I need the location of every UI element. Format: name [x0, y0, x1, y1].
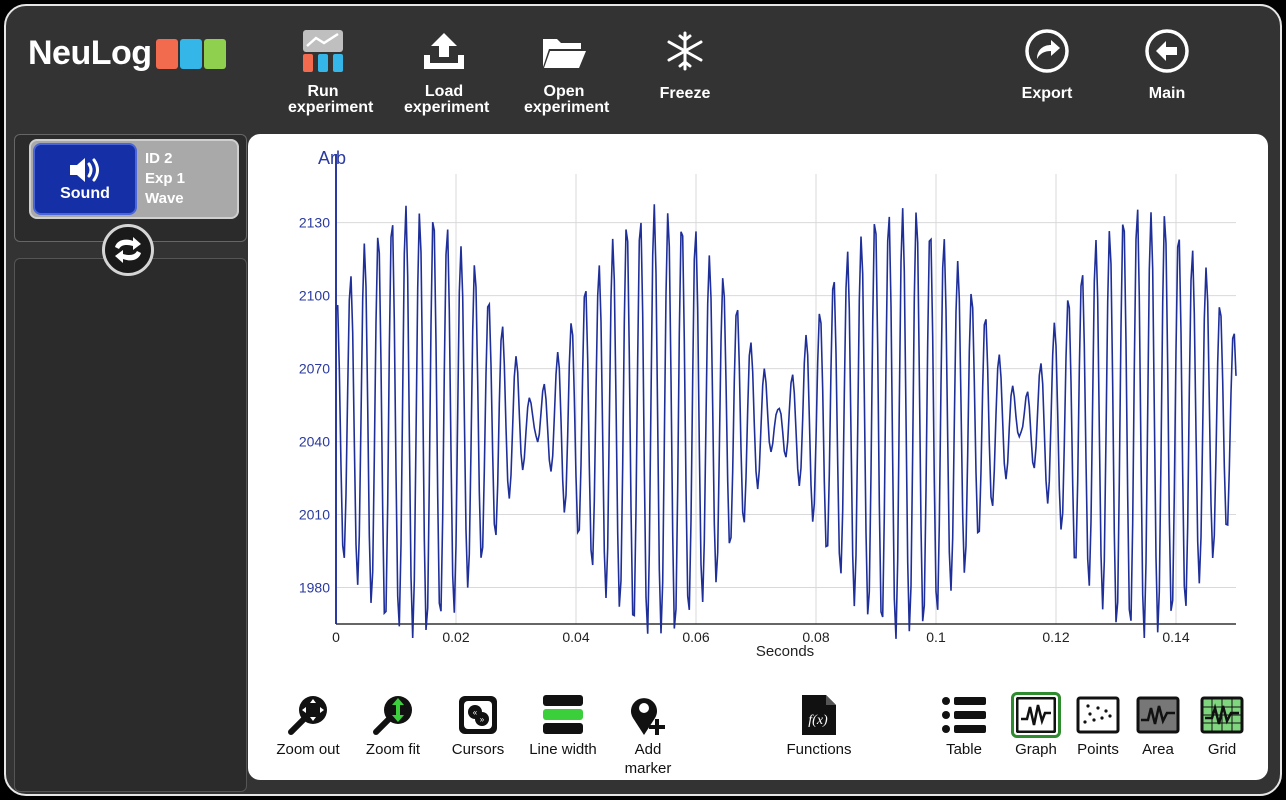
zoom-out-label: Zoom out	[276, 741, 340, 758]
area-label: Area	[1142, 741, 1174, 758]
svg-text:»: »	[480, 715, 485, 724]
cursors-icon: « »	[438, 690, 518, 740]
graph-view-icon	[1006, 690, 1066, 740]
open-experiment-button[interactable]: Open experiment	[509, 24, 619, 116]
chart-series-line	[335, 204, 1237, 639]
run-experiment-label: Run experiment	[288, 83, 374, 116]
run-experiment-icon	[268, 24, 378, 78]
y-tick-label: 2130	[299, 215, 330, 231]
grid-toggle-button[interactable]: Grid	[1192, 690, 1252, 759]
svg-text:«: «	[473, 708, 478, 717]
logo-block-blue	[179, 38, 202, 69]
functions-button[interactable]: f(x) Functions	[774, 690, 864, 759]
logo-block-green	[203, 38, 226, 69]
table-label: Table	[946, 741, 982, 758]
add-marker-label: Add marker	[608, 740, 688, 778]
x-tick-label: 0.02	[442, 629, 469, 645]
x-tick-label: 0.04	[562, 629, 589, 645]
y-axis-label: Arb	[318, 148, 346, 168]
sensor-info: ID 2 Exp 1 Wave	[145, 149, 185, 209]
load-experiment-label: Load experiment	[404, 83, 490, 116]
speaker-icon	[35, 155, 135, 185]
add-marker-line2: marker	[624, 760, 672, 777]
line-width-button[interactable]: Line width	[520, 690, 606, 759]
x-tick-label: 0.1	[926, 629, 946, 645]
x-axis-label: Seconds	[756, 643, 814, 660]
add-marker-line1: Add	[634, 741, 662, 758]
graph-label: Graph	[1015, 741, 1057, 758]
freeze-label: Freeze	[659, 85, 711, 102]
swap-button[interactable]	[102, 224, 154, 276]
cursors-button[interactable]: « » Cursors	[438, 690, 518, 759]
open-experiment-label: Open experiment	[524, 83, 610, 116]
wave-chart[interactable]: 0 0.02 0.04 0.06 0.08 0.1 0.12 0.14198020102040…	[248, 134, 1268, 664]
sensor-id: ID 2	[145, 150, 173, 167]
area-view-button[interactable]: Area	[1128, 690, 1188, 759]
freeze-button[interactable]: Freeze	[630, 24, 740, 102]
x-tick-label: 0.12	[1042, 629, 1069, 645]
main-label: Main	[1148, 85, 1186, 102]
main-button[interactable]: Main	[1112, 24, 1222, 102]
svg-text:f(x): f(x)	[808, 713, 828, 728]
y-tick-label: 2010	[299, 507, 330, 523]
sensor-mode: Wave	[145, 190, 184, 207]
x-tick-label: 0	[332, 629, 340, 645]
points-view-icon	[1068, 690, 1128, 740]
add-marker-button[interactable]: Add marker	[608, 690, 688, 778]
add-marker-icon	[608, 690, 688, 740]
upload-icon	[389, 24, 499, 78]
sensor-card: Sound ID 2 Exp 1 Wave	[29, 139, 239, 219]
y-tick-label: 2100	[299, 288, 330, 304]
graph-view-button[interactable]: Graph	[1006, 690, 1066, 759]
zoom-fit-icon	[354, 690, 432, 740]
x-tick-label: 0.14	[1162, 629, 1189, 645]
points-label: Points	[1077, 741, 1119, 758]
sensor-exp: Exp 1	[145, 170, 186, 187]
logo-blocks	[155, 38, 228, 69]
folder-icon	[509, 24, 619, 78]
line-width-label: Line width	[529, 741, 597, 758]
logo-text: NeuLog	[28, 34, 152, 72]
grid-icon	[1192, 690, 1252, 740]
functions-label: Functions	[786, 741, 852, 758]
grid-label: Grid	[1207, 741, 1237, 758]
functions-icon: f(x)	[774, 690, 864, 740]
app-window: NeuLog Run experiment Load experiment Op…	[4, 4, 1282, 796]
list-icon	[936, 690, 992, 740]
graph-panel: 0 0.02 0.04 0.06 0.08 0.1 0.12 0.14 1980 2010 2040…	[248, 134, 1268, 780]
back-arrow-icon	[1112, 24, 1222, 78]
y-tick-label: 2040	[299, 434, 330, 450]
export-icon	[992, 24, 1102, 78]
zoom-out-icon	[268, 690, 348, 740]
zoom-fit-button[interactable]: Zoom fit	[354, 690, 432, 759]
line-width-icon	[520, 690, 606, 740]
neulog-logo: NeuLog	[28, 34, 228, 73]
zoom-out-button[interactable]: Zoom out	[268, 690, 348, 759]
logo-block-red	[155, 38, 178, 69]
snowflake-icon	[630, 24, 740, 78]
y-tick-label: 1980	[299, 580, 330, 596]
load-experiment-button[interactable]: Load experiment	[389, 24, 499, 116]
points-view-button[interactable]: Points	[1068, 690, 1128, 759]
zoom-fit-label: Zoom fit	[365, 741, 421, 758]
export-label: Export	[1021, 85, 1073, 102]
cursors-label: Cursors	[451, 741, 505, 758]
y-tick-label: 2070	[299, 361, 330, 377]
sound-sensor-button[interactable]: Sound	[33, 143, 137, 215]
x-tick-label: 0.06	[682, 629, 709, 645]
table-view-button[interactable]: Table	[936, 690, 992, 759]
sensor-name: Sound	[60, 185, 110, 202]
run-experiment-button[interactable]: Run experiment	[268, 24, 378, 116]
left-lower-panel	[14, 258, 247, 792]
area-view-icon	[1128, 690, 1188, 740]
swap-icon	[115, 237, 141, 263]
export-button[interactable]: Export	[992, 24, 1102, 102]
